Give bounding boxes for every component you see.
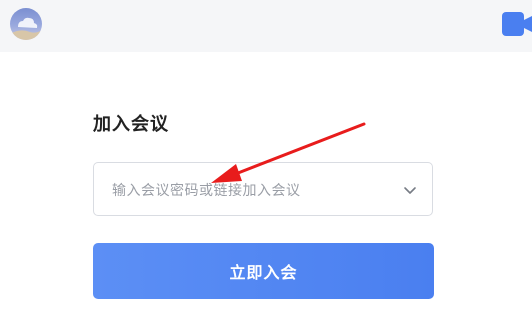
meeting-code-input[interactable]: 输入会议密码或链接加入会议 — [93, 162, 433, 216]
chevron-down-icon[interactable] — [402, 182, 418, 198]
meeting-code-placeholder: 输入会议密码或链接加入会议 — [112, 183, 301, 199]
video-camera-icon[interactable] — [500, 8, 532, 40]
page-title: 加入会议 — [93, 114, 169, 135]
join-now-button[interactable]: 立即入会 — [93, 243, 434, 299]
join-now-label: 立即入会 — [229, 263, 298, 282]
avatar-image — [10, 17, 42, 40]
avatar[interactable] — [10, 8, 42, 40]
top-bar — [0, 0, 532, 52]
